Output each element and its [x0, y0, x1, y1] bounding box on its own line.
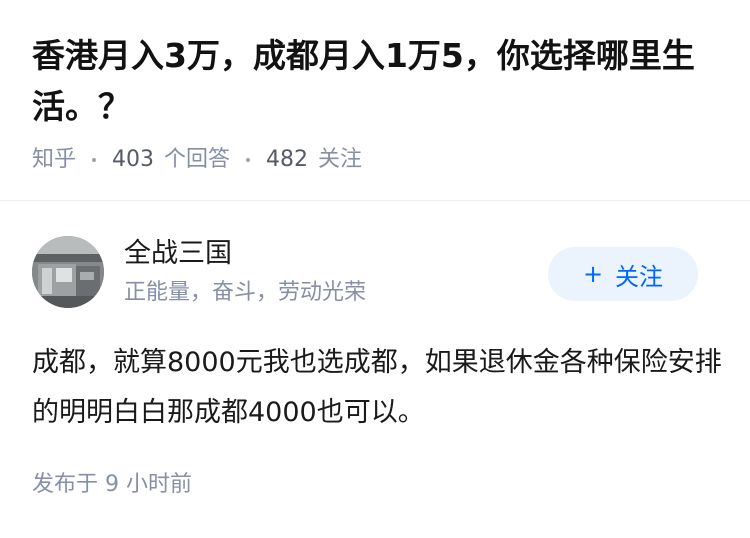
answers-count: 403 [112, 147, 155, 172]
followers-count: 482 [266, 147, 309, 172]
plus-icon: + [582, 260, 604, 288]
timestamp-value: 9 小时前 [105, 472, 193, 497]
answer-content[interactable]: 成都，就算8000元我也选成都，如果退休金各种保险安排的明明白白那成都4000也… [32, 338, 722, 438]
timestamp-prefix: 发布于 [32, 472, 99, 497]
follow-button[interactable]: + 关注 [548, 247, 698, 301]
answers-label[interactable]: 个回答 [164, 143, 230, 177]
avatar[interactable] [32, 236, 104, 308]
page: 香港月入3万，成都月入1万5，你选择哪里生活。？ 知乎 403 个回答 482 … [0, 0, 750, 538]
divider [0, 200, 750, 201]
follow-button-label: 关注 [615, 262, 664, 291]
author-name[interactable]: 全战三国 [124, 234, 232, 274]
separator-dot [246, 158, 251, 162]
answer-timestamp: 发布于 9 小时前 [32, 468, 192, 502]
followers-label[interactable]: 关注 [318, 143, 362, 177]
author-bio: 正能量，奋斗，劳动光荣 [124, 280, 367, 305]
source-label[interactable]: 知乎 [32, 143, 76, 177]
separator-dot [92, 158, 97, 162]
question-meta: 知乎 403 个回答 482 关注 [32, 143, 362, 177]
question-title[interactable]: 香港月入3万，成都月入1万5，你选择哪里生活。？ [32, 30, 722, 132]
avatar-image [32, 236, 104, 308]
